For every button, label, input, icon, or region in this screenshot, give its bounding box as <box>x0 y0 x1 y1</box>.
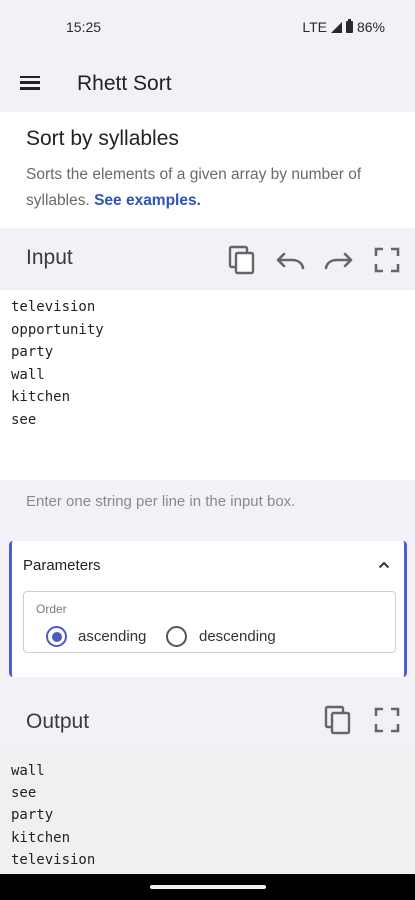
app-title: Rhett Sort <box>77 72 172 95</box>
undo-icon[interactable] <box>274 244 306 276</box>
network-label: LTE <box>302 19 327 35</box>
input-hint: Enter one string per line in the input b… <box>26 493 296 510</box>
copy-icon[interactable] <box>322 704 354 736</box>
navigation-bar <box>0 874 415 900</box>
order-group: Order ascending descending <box>23 591 396 653</box>
redo-icon[interactable] <box>323 244 355 276</box>
parameters-panel: Parameters Order ascending descending <box>9 541 407 677</box>
input-line: kitchen <box>11 389 71 405</box>
status-bar: 15:25 LTE 86% <box>0 0 415 56</box>
output-textarea[interactable]: wall see party kitchen television <box>0 750 415 880</box>
app-bar: Rhett Sort <box>0 56 415 112</box>
copy-icon[interactable] <box>226 244 258 276</box>
output-label: Output <box>26 710 90 733</box>
input-line: see <box>11 411 37 428</box>
status-time: 15:25 <box>66 19 102 35</box>
output-header: Output <box>0 690 415 748</box>
chevron-up-icon[interactable] <box>378 559 390 571</box>
input-line: opportunity <box>11 321 104 338</box>
output-line: wall <box>11 763 45 779</box>
see-examples-link[interactable]: See examples. <box>94 192 201 209</box>
descending-label[interactable]: descending <box>199 628 276 645</box>
parameters-title[interactable]: Parameters <box>23 557 101 574</box>
ascending-label[interactable]: ascending <box>78 628 146 645</box>
fullscreen-icon[interactable] <box>371 704 403 736</box>
input-line: party <box>11 344 54 360</box>
output-line: party <box>11 807 54 824</box>
menu-icon[interactable] <box>18 72 42 96</box>
output-line: see <box>11 785 37 802</box>
description-card: Sort by syllables Sorts the elements of … <box>0 112 415 228</box>
description-text: Sorts the elements of a given array by n… <box>26 162 396 214</box>
fullscreen-icon[interactable] <box>371 244 403 276</box>
output-line: television <box>11 851 96 868</box>
input-header: Input <box>0 230 415 288</box>
ascending-radio[interactable] <box>46 626 67 647</box>
descending-radio[interactable] <box>166 626 187 647</box>
home-gesture-handle[interactable] <box>150 885 266 889</box>
input-label: Input <box>26 246 73 269</box>
input-textarea[interactable]: television opportunity party wall kitche… <box>0 290 415 480</box>
input-line: television <box>11 299 96 315</box>
input-line: wall <box>11 366 45 383</box>
description-title: Sort by syllables <box>26 127 179 150</box>
order-label: Order <box>36 602 67 616</box>
signal-icon <box>330 21 342 33</box>
battery-icon <box>345 19 353 33</box>
status-indicators: LTE 86% <box>302 19 385 35</box>
battery-level: 86% <box>356 19 385 35</box>
output-line: kitchen <box>11 829 71 846</box>
